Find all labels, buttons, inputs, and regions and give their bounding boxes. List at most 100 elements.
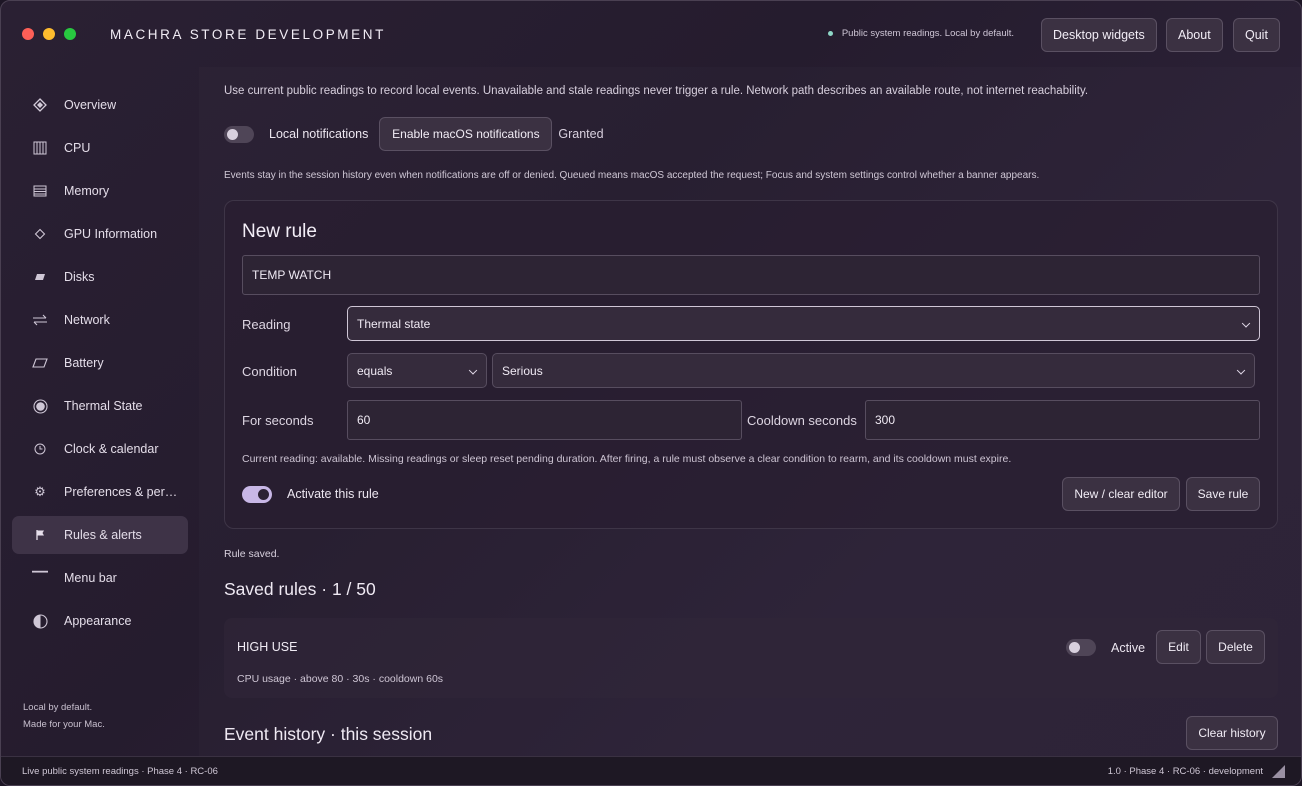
memory-icon: [32, 183, 48, 199]
saved-rules-title: Saved rules · 1 / 50: [224, 579, 376, 599]
status-dot-icon: [827, 31, 833, 36]
status-bar-right: 1.0 · Phase 4 · RC-06 · development: [1107, 766, 1263, 777]
sidebar-item-clock-calendar[interactable]: Clock & calendar: [12, 430, 188, 468]
event-history-title: Event history · this session: [224, 724, 433, 744]
chevron-down-icon: [468, 365, 478, 375]
about-button[interactable]: About: [1166, 18, 1223, 52]
condition-value-select[interactable]: Serious: [492, 353, 1255, 388]
sidebar-item-rules-alerts[interactable]: Rules & alerts: [12, 516, 188, 554]
main-content: Use current public readings to record lo…: [199, 67, 1301, 756]
gpu-icon: [32, 226, 48, 242]
local-notifications-toggle[interactable]: [224, 125, 254, 143]
sidebar-item-battery[interactable]: Battery: [12, 344, 188, 382]
sidebar-item-menu-bar[interactable]: Menu bar: [12, 559, 188, 597]
condition-operator-select[interactable]: equals: [347, 353, 487, 388]
for-seconds-label: For seconds: [242, 413, 314, 428]
notifications-note: Events stay in the session history even …: [224, 170, 1040, 181]
sidebar-item-label: Overview: [64, 98, 117, 112]
saved-rule-name: HIGH USE: [237, 640, 298, 654]
for-seconds-input[interactable]: 60: [347, 400, 742, 440]
sidebar-item-gpu-information[interactable]: GPU Information: [12, 215, 188, 253]
new-rule-title: New rule: [242, 221, 317, 242]
reading-label: Reading: [242, 317, 291, 332]
resize-grip-icon[interactable]: [1272, 765, 1285, 781]
condition-value-text: Serious: [502, 363, 543, 378]
sidebar: Overview CPU Memory GPU Information Disk…: [1, 67, 199, 756]
status-text: Public system readings. Local by default…: [841, 28, 1014, 39]
sidebar-footer-line: Made for your Mac.: [23, 719, 105, 730]
sidebar-item-label: Rules & alerts: [64, 528, 142, 542]
battery-icon: [32, 355, 48, 371]
app-title: MACHRA STORE DEVELOPMENT: [110, 26, 386, 42]
close-window-button[interactable]: [22, 28, 34, 40]
chevron-down-icon: [1236, 365, 1246, 375]
sidebar-item-label: Menu bar: [64, 571, 117, 585]
sidebar-item-label: Clock & calendar: [64, 442, 159, 456]
status-bar-left: Live public system readings · Phase 4 · …: [22, 766, 218, 777]
sidebar-item-label: Thermal State: [64, 399, 143, 413]
sidebar-item-thermal-state[interactable]: Thermal State: [12, 387, 188, 425]
intro-text: Use current public readings to record lo…: [224, 85, 1089, 97]
disk-icon: [32, 269, 48, 285]
saved-rule-active-toggle[interactable]: [1066, 639, 1096, 656]
network-arrows-icon: [32, 312, 48, 328]
flag-icon: [32, 527, 48, 543]
chevron-down-icon: [1241, 318, 1251, 328]
thermal-icon: [32, 398, 48, 414]
sidebar-item-label: Network: [64, 313, 110, 327]
window-controls: [22, 28, 76, 40]
sidebar-footer: Local by default. Made for your Mac.: [23, 699, 105, 733]
zoom-window-button[interactable]: [64, 28, 76, 40]
app-window: MACHRA STORE DEVELOPMENT Public system r…: [0, 0, 1302, 786]
cooldown-seconds-input[interactable]: 300: [865, 400, 1260, 440]
sidebar-item-label: Appearance: [64, 614, 132, 628]
sidebar-item-label: GPU Information: [64, 227, 158, 241]
sidebar-item-label: Preferences & per…: [64, 485, 178, 499]
sidebar-item-appearance[interactable]: Appearance: [12, 602, 188, 640]
sidebar-item-label: Memory: [64, 184, 110, 198]
clock-icon: [32, 441, 48, 457]
rule-hint-text: Current reading: available. Missing read…: [242, 453, 1012, 465]
title-bar: MACHRA STORE DEVELOPMENT Public system r…: [1, 1, 1301, 67]
local-notifications-label: Local notifications: [269, 127, 369, 141]
sidebar-item-memory[interactable]: Memory: [12, 172, 188, 210]
cooldown-seconds-label: Cooldown seconds: [747, 413, 857, 428]
status-indicator: Public system readings. Local by default…: [827, 28, 1014, 39]
reading-select[interactable]: Thermal state: [347, 306, 1260, 341]
sidebar-item-label: Disks: [64, 270, 95, 284]
condition-label: Condition: [242, 364, 297, 379]
sidebar-item-disks[interactable]: Disks: [12, 258, 188, 296]
sidebar-item-cpu[interactable]: CPU: [12, 129, 188, 167]
new-clear-editor-button[interactable]: New / clear editor: [1062, 477, 1180, 511]
save-rule-button[interactable]: Save rule: [1186, 477, 1260, 511]
saved-rule-row: HIGH USE CPU usage · above 80 · 30s · co…: [224, 618, 1278, 698]
sidebar-item-overview[interactable]: Overview: [12, 86, 188, 124]
contrast-icon: [32, 613, 48, 629]
edit-rule-button[interactable]: Edit: [1156, 630, 1201, 664]
sidebar-item-label: Battery: [64, 356, 104, 370]
saved-rule-active-label: Active: [1111, 641, 1146, 655]
new-rule-card: New rule TEMP WATCH Reading Thermal stat…: [224, 200, 1278, 529]
condition-operator-value: equals: [357, 363, 393, 378]
gear-icon: ⚙: [34, 484, 46, 499]
sidebar-item-preferences[interactable]: ⚙ Preferences & per…: [12, 473, 188, 511]
desktop-widgets-button[interactable]: Desktop widgets: [1041, 18, 1157, 52]
activate-rule-toggle[interactable]: [242, 486, 272, 503]
menubar-icon: [32, 570, 48, 586]
sidebar-footer-line: Local by default.: [23, 702, 93, 713]
minimize-window-button[interactable]: [43, 28, 55, 40]
diamond-icon: [32, 97, 48, 113]
saved-rule-summary: CPU usage · above 80 · 30s · cooldown 60…: [237, 673, 444, 685]
sidebar-item-network[interactable]: Network: [12, 301, 188, 339]
rule-saved-message: Rule saved.: [224, 548, 280, 560]
clear-history-button[interactable]: Clear history: [1186, 716, 1278, 750]
reading-select-value: Thermal state: [357, 316, 431, 331]
notifications-row: Local notifications Enable macOS notific…: [224, 117, 604, 151]
quit-button[interactable]: Quit: [1233, 18, 1280, 52]
status-bar: Live public system readings · Phase 4 · …: [1, 756, 1301, 785]
rule-name-input[interactable]: TEMP WATCH: [242, 255, 1260, 295]
delete-rule-button[interactable]: Delete: [1206, 630, 1265, 664]
notification-permission-status: Granted: [558, 127, 604, 141]
activate-rule-label: Activate this rule: [287, 487, 379, 501]
enable-macos-notifications-button[interactable]: Enable macOS notifications: [379, 117, 553, 151]
